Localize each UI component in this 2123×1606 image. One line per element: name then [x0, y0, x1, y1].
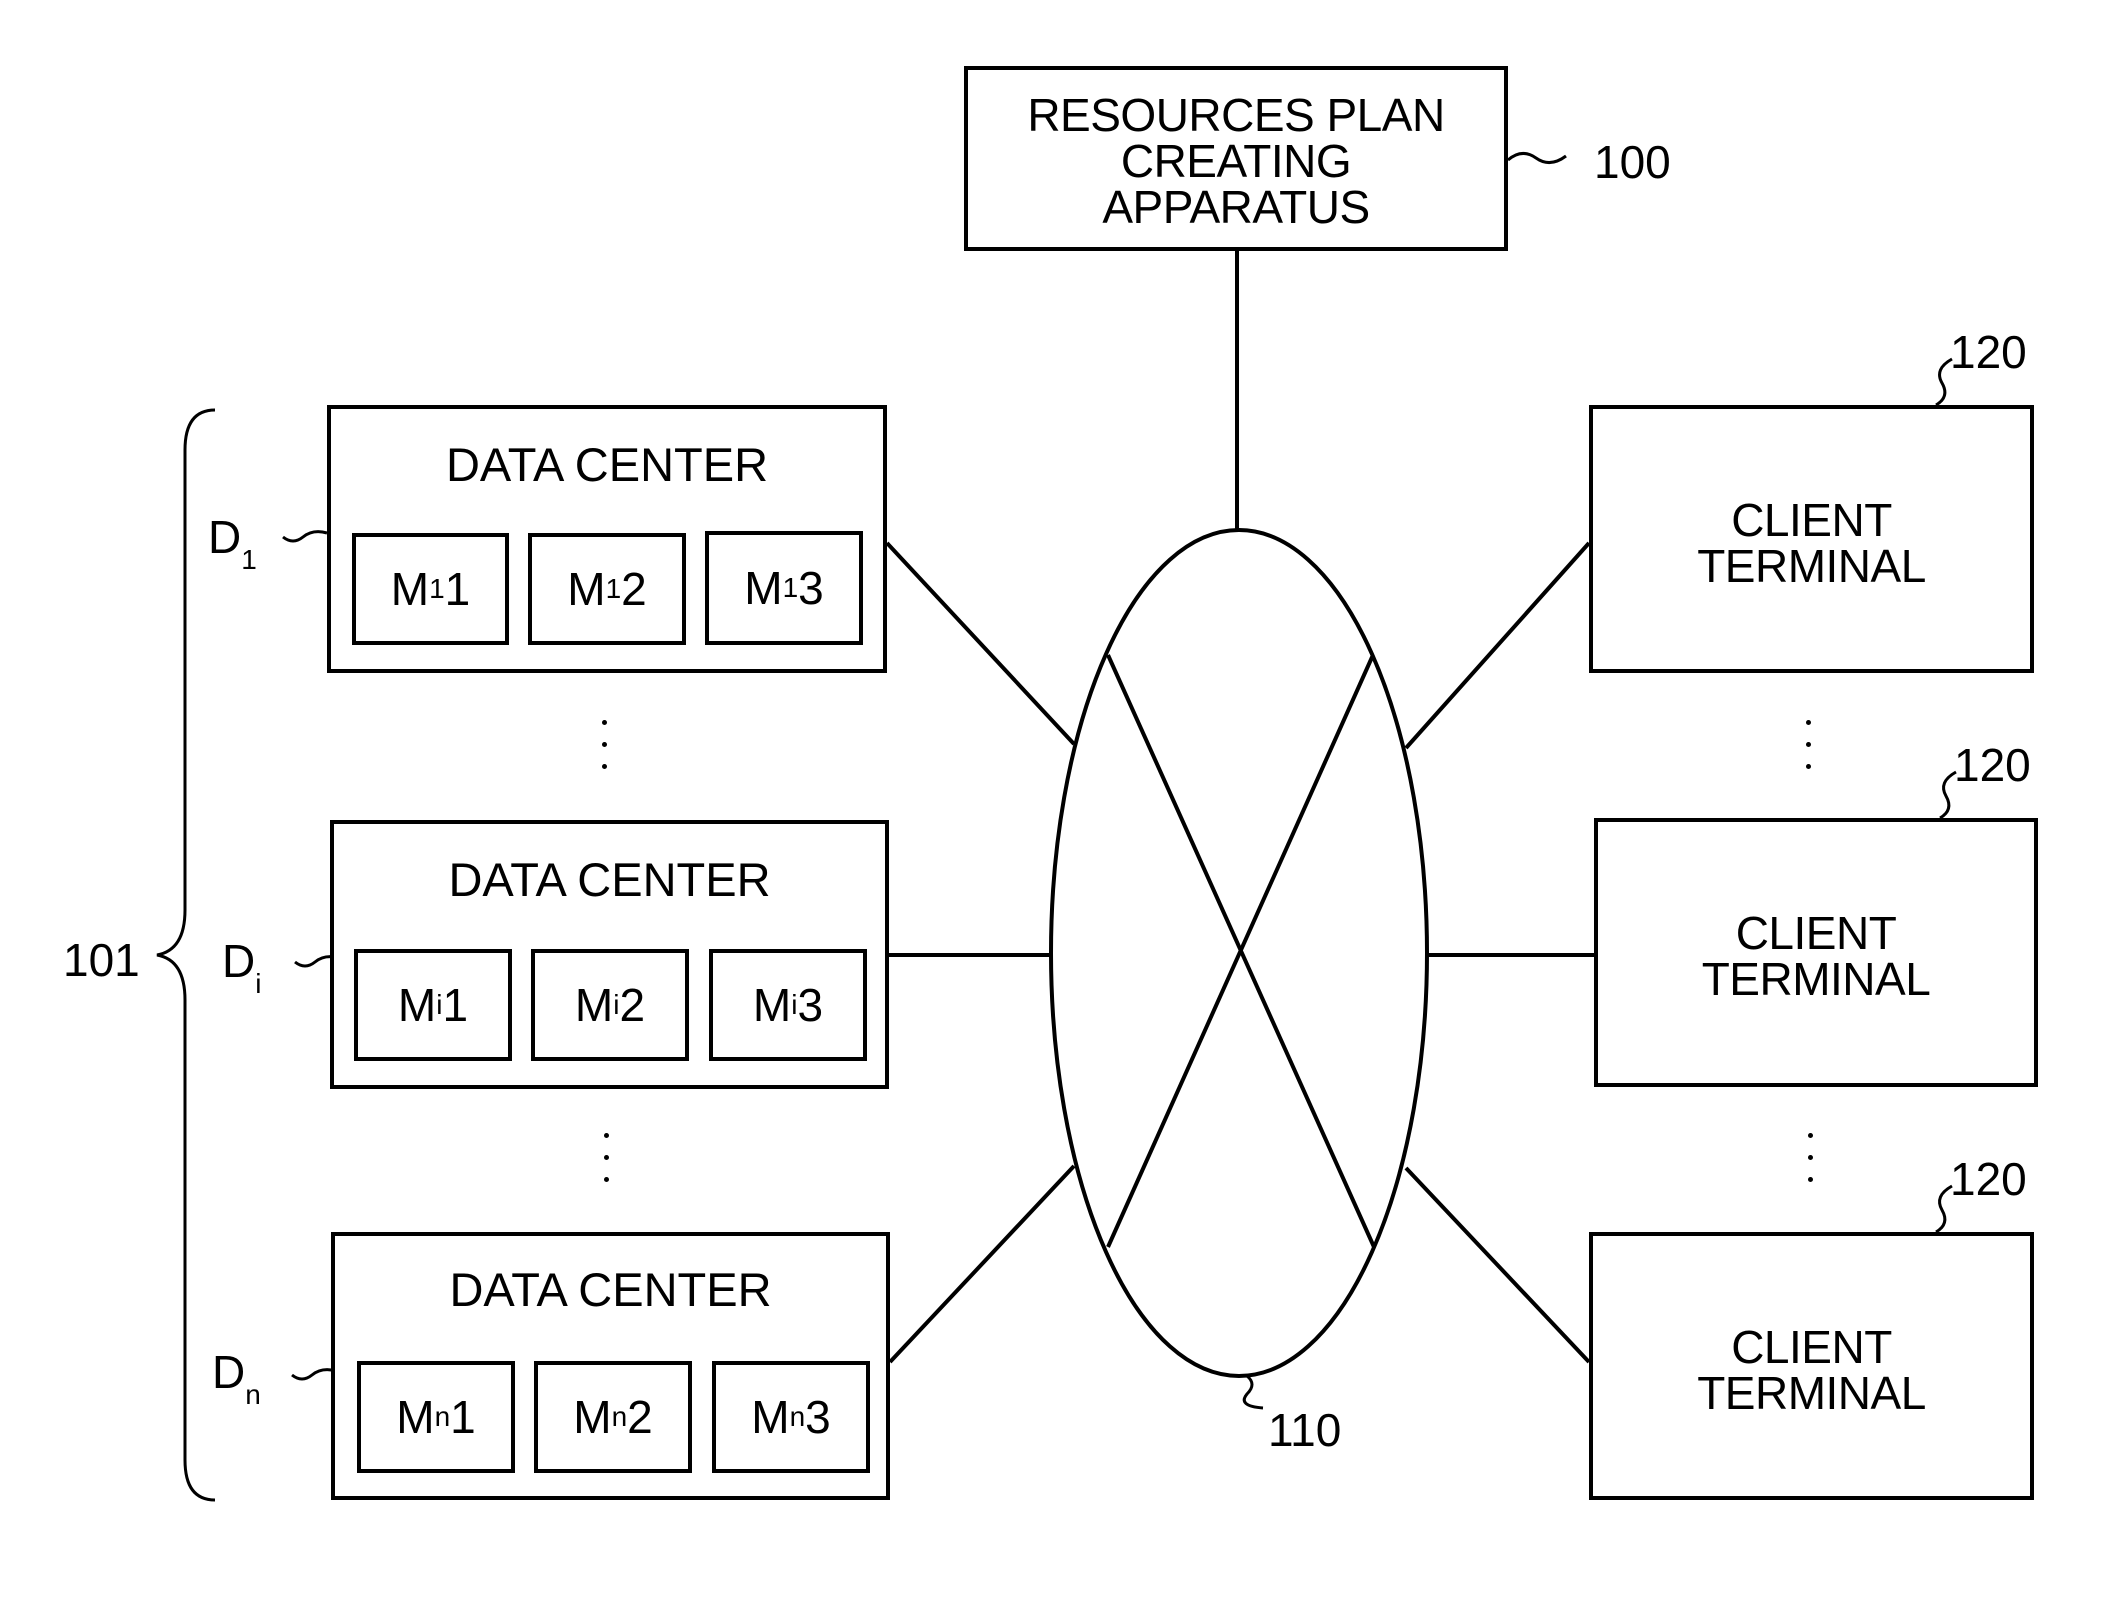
ref-number-101: 101 [63, 934, 140, 986]
machine-number: 3 [798, 562, 824, 614]
ref-100-leader [1507, 152, 1567, 164]
ref-110-leader [1242, 1374, 1264, 1410]
machine-sub: 1 [429, 573, 445, 604]
data-center-title: DATA CENTER [445, 438, 769, 491]
machine-letter: M [567, 563, 606, 615]
machine-number: 2 [619, 979, 646, 1031]
machine-sub: 1 [605, 573, 622, 604]
data-center-label-d1: D1 [208, 510, 257, 576]
dc-label-main: D [222, 935, 256, 987]
client-label-line: TERMINAL [1697, 540, 1926, 592]
apparatus-label-line: RESOURCES PLAN [1027, 89, 1445, 141]
group-brace [156, 408, 216, 1502]
apparatus-label: RESOURCES PLAN CREATING APPARATUS [968, 92, 1504, 230]
data-center-title: DATA CENTER [449, 1263, 772, 1316]
machine-letter: M [574, 979, 614, 1031]
dn-leader [291, 1368, 337, 1381]
machine-letter: M [573, 1391, 612, 1443]
client-terminal-label: CLIENT TERMINAL [1593, 1324, 2030, 1416]
data-center-label-di: Di [222, 934, 261, 1000]
machine-box[interactable]: Mi2 [531, 949, 689, 1061]
resources-plan-apparatus-box[interactable]: RESOURCES PLAN CREATING APPARATUS [964, 66, 1508, 251]
machine-letter: M [752, 979, 792, 1031]
client-label-line: TERMINAL [1701, 953, 1931, 1005]
ref-number-100: 100 [1594, 136, 1671, 188]
client-label-line: CLIENT [1731, 494, 1892, 546]
machine-box[interactable]: M11 [352, 533, 509, 645]
client-label-line: CLIENT [1731, 1321, 1892, 1373]
machine-number: 2 [621, 563, 647, 615]
client1-network-link [1404, 541, 1591, 750]
machine-number: 3 [797, 979, 824, 1031]
dc-label-sub: n [245, 1379, 261, 1410]
dc-label-sub: i [255, 968, 262, 999]
client3-network-link [1404, 1166, 1591, 1364]
machine-letter: M [397, 979, 437, 1031]
machine-number: 3 [805, 1391, 831, 1443]
machine-box[interactable]: Mn1 [357, 1361, 515, 1473]
ref-number-110: 110 [1268, 1404, 1342, 1456]
ref-number-120: 120 [1954, 739, 2031, 791]
ref-number-120: 120 [1950, 1153, 2027, 1205]
ellipsis-dots [1808, 1133, 1816, 1199]
data-center-box-dn[interactable]: DATA CENTER Mn1 Mn2 Mn3 [331, 1232, 890, 1500]
client-terminal-label: CLIENT TERMINAL [1593, 497, 2030, 589]
machine-letter: M [396, 1391, 435, 1443]
client-label-line: TERMINAL [1697, 1367, 1926, 1419]
ellipsis-dots [1806, 720, 1814, 786]
machine-letter: M [744, 562, 783, 614]
machine-sub: n [434, 1401, 451, 1432]
ellipsis-dots [604, 1133, 612, 1199]
machine-box[interactable]: M12 [528, 533, 686, 645]
machine-sub: n [789, 1401, 806, 1432]
machine-number: 1 [442, 979, 469, 1031]
machine-number: 2 [627, 1391, 653, 1443]
client-label-line: CLIENT [1735, 907, 1897, 959]
machine-number: 1 [450, 1391, 476, 1443]
dcn-network-link [888, 1164, 1076, 1364]
d1-leader [282, 530, 328, 543]
machine-sub: 1 [782, 572, 799, 603]
apparatus-label-line: CREATING [1120, 135, 1352, 187]
ref-number-120: 120 [1950, 326, 2027, 378]
dc-label-main: D [208, 511, 242, 563]
client-terminal-box-3[interactable]: CLIENT TERMINAL [1589, 1232, 2034, 1500]
client-terminal-box-1[interactable]: CLIENT TERMINAL [1589, 405, 2034, 673]
data-center-label-dn: Dn [212, 1345, 261, 1411]
client-terminal-label: CLIENT TERMINAL [1598, 910, 2034, 1002]
machine-box[interactable]: Mn2 [534, 1361, 692, 1473]
ellipsis-dots [602, 720, 610, 786]
data-center-title: DATA CENTER [448, 853, 771, 906]
client-terminal-box-2[interactable]: CLIENT TERMINAL [1594, 818, 2038, 1087]
machine-box[interactable]: Mn3 [712, 1361, 870, 1473]
apparatus-label-line: APPARATUS [1102, 181, 1370, 233]
data-center-box-d1[interactable]: DATA CENTER M11 M12 M13 [327, 405, 887, 673]
dc1-network-link [885, 541, 1076, 746]
dc-label-main: D [212, 1346, 246, 1398]
machine-sub: n [611, 1401, 628, 1432]
machine-letter: M [390, 563, 430, 615]
machine-number: 1 [444, 563, 471, 615]
machine-box[interactable]: Mi3 [709, 949, 867, 1061]
data-center-box-di[interactable]: DATA CENTER Mi1 Mi2 Mi3 [330, 820, 889, 1089]
machine-letter: M [751, 1391, 790, 1443]
dc-label-sub: 1 [241, 544, 257, 575]
machine-box[interactable]: M13 [705, 531, 863, 645]
machine-box[interactable]: Mi1 [354, 949, 512, 1061]
